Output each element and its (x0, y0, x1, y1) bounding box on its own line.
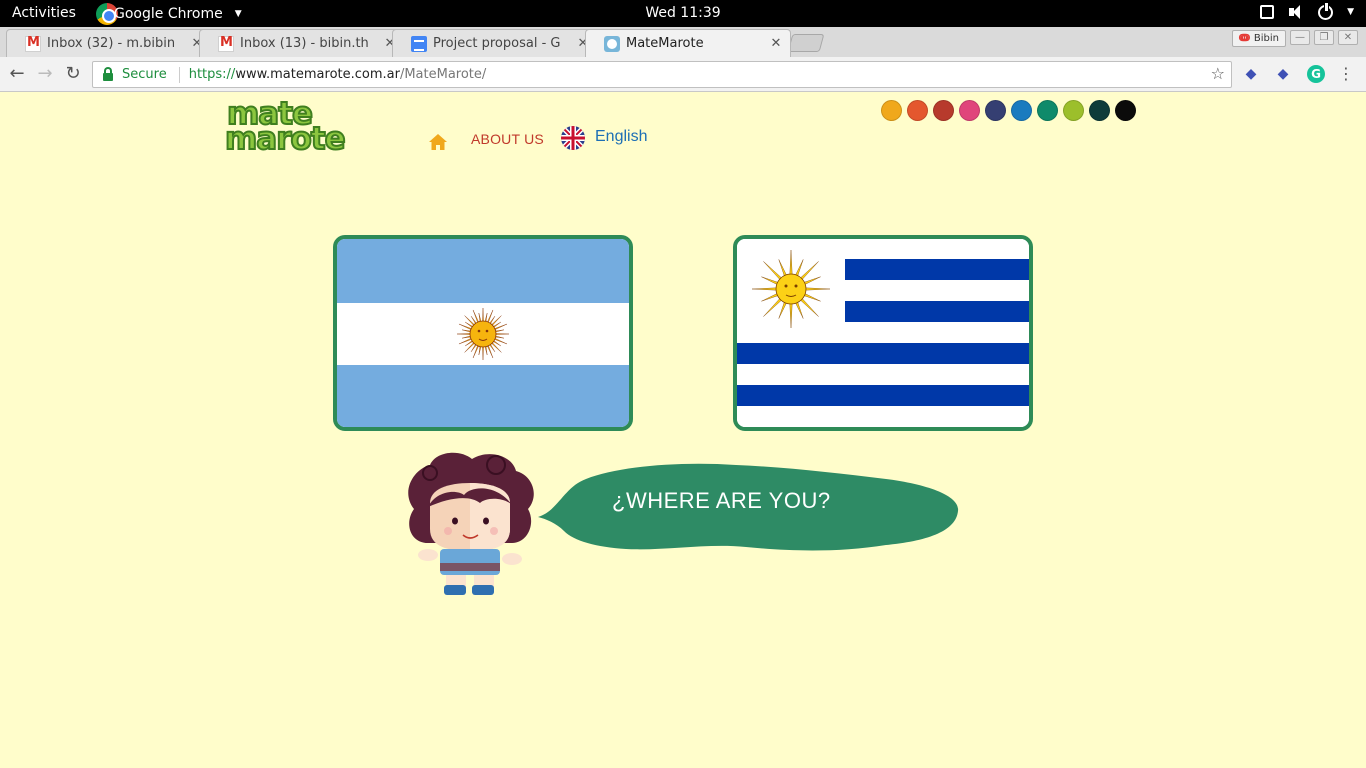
tab-title: Inbox (32) - m.bibin (47, 36, 176, 51)
secure-label: Secure (122, 67, 167, 82)
tab-gmail-2[interactable]: Inbox (13) - bibin.th ✕ (199, 29, 405, 57)
home-icon[interactable] (428, 133, 448, 151)
minimize-button[interactable]: — (1290, 30, 1310, 45)
tab-strip: Inbox (32) - m.bibin ✕ Inbox (13) - bibi… (0, 27, 1366, 57)
argentina-flag (337, 239, 629, 427)
tab-title: Project proposal - G (433, 36, 561, 51)
theme-color-swatch[interactable] (1037, 100, 1058, 121)
theme-color-swatch[interactable] (881, 100, 902, 121)
tab-title: Inbox (13) - bibin.th (240, 36, 369, 51)
back-button[interactable]: ← (6, 63, 28, 85)
bookmark-star-icon[interactable]: ☆ (1211, 64, 1225, 83)
lock-icon (103, 66, 113, 81)
url-host: www.matemarote.com.ar (235, 67, 400, 82)
address-bar[interactable]: Secure https:// www.matemarote.com.ar /M… (92, 61, 1232, 88)
browser-toolbar: ← → ↻ Secure https:// www.matemarote.com… (0, 57, 1366, 92)
theme-color-picker (881, 100, 1136, 121)
mascot-character (408, 452, 534, 595)
language-selector[interactable]: English (595, 128, 647, 146)
url-path: /MateMarote/ (399, 67, 487, 82)
power-icon (1318, 2, 1334, 20)
volume-icon (1288, 4, 1304, 20)
sun-of-may-icon (456, 307, 510, 361)
uruguay-flag-button[interactable] (733, 235, 1033, 431)
theme-color-swatch[interactable] (959, 100, 980, 121)
theme-color-swatch[interactable] (1011, 100, 1032, 121)
google-docs-icon (411, 35, 427, 52)
page-content: mate marote ABOUT US English ¿WHERE ARE … (0, 93, 1366, 768)
uk-flag-icon[interactable] (561, 126, 585, 150)
uruguay-flag (737, 239, 1029, 427)
system-top-bar: Activities Google Chrome ▼ Wed 11:39 ▼ (0, 0, 1366, 27)
nav-about-us-link[interactable]: ABOUT US (471, 131, 544, 147)
chevron-down-icon: ▼ (1347, 7, 1354, 17)
theme-color-swatch[interactable] (1089, 100, 1110, 121)
tab-gmail-1[interactable]: Inbox (32) - m.bibin ✕ (6, 29, 212, 57)
chrome-menu-icon[interactable]: ⋮ (1338, 64, 1354, 84)
divider (178, 66, 180, 83)
theme-color-swatch[interactable] (1115, 100, 1136, 121)
tab-project-proposal[interactable]: Project proposal - G ✕ (392, 29, 598, 57)
profile-icon: ↈ (1238, 33, 1250, 44)
reload-button[interactable]: ↻ (62, 63, 84, 85)
theme-color-swatch[interactable] (907, 100, 928, 121)
forward-button[interactable]: → (34, 63, 56, 85)
mask-extension-icon[interactable]: ◆ (1242, 65, 1260, 83)
theme-color-swatch[interactable] (985, 100, 1006, 121)
profile-name: Bibin (1253, 33, 1279, 44)
tab-matemarote[interactable]: MateMarote ✕ (585, 29, 791, 57)
theme-color-swatch[interactable] (933, 100, 954, 121)
app-menu-label: Google Chrome (114, 5, 223, 22)
screen-icon (1260, 5, 1275, 19)
logo-text: marote (224, 121, 347, 157)
app-menu[interactable]: Google Chrome ▼ (96, 0, 242, 27)
grammarly-icon[interactable]: G (1307, 65, 1325, 83)
maximize-button[interactable]: ❐ (1314, 30, 1334, 45)
url-scheme: https:// (188, 67, 236, 82)
new-tab-button[interactable] (787, 34, 825, 52)
argentina-flag-button[interactable] (333, 235, 633, 431)
sun-of-may-icon (751, 249, 831, 329)
mask-extension-icon[interactable]: ◆ (1274, 65, 1292, 83)
system-tray[interactable]: ▼ (1260, 2, 1354, 20)
theme-color-swatch[interactable] (1063, 100, 1084, 121)
window-close-button[interactable]: ✕ (1338, 30, 1358, 45)
close-icon[interactable]: ✕ (770, 36, 782, 51)
matemarote-logo[interactable]: mate marote (224, 97, 365, 157)
gmail-icon (25, 35, 41, 52)
speech-bubble-text: ¿WHERE ARE YOU? (612, 488, 831, 513)
chevron-down-icon: ▼ (234, 8, 242, 19)
matemarote-favicon (604, 35, 620, 52)
activities-button[interactable]: Activities (12, 5, 76, 21)
profile-button[interactable]: ↈ Bibin (1231, 30, 1286, 47)
tab-title: MateMarote (626, 36, 704, 51)
gmail-icon (218, 35, 234, 52)
